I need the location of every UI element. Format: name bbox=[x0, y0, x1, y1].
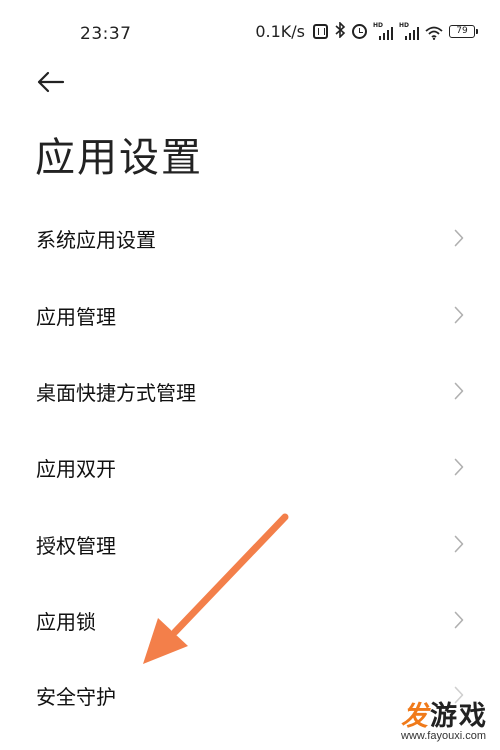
settings-item-app-lock[interactable]: 应用锁 bbox=[0, 590, 500, 650]
alarm-icon bbox=[352, 24, 367, 39]
settings-item-permission-management[interactable]: 授权管理 bbox=[0, 514, 500, 574]
wifi-icon bbox=[425, 25, 443, 40]
chevron-right-icon bbox=[454, 535, 464, 553]
page-title: 应用设置 bbox=[35, 135, 203, 181]
settings-item-label: 授权管理 bbox=[36, 533, 116, 558]
chevron-right-icon bbox=[454, 458, 464, 476]
chevron-right-icon bbox=[454, 382, 464, 400]
chevron-right-icon bbox=[454, 611, 464, 629]
status-icons: 0.1K/s HD HD 79 bbox=[255, 21, 478, 41]
chevron-right-icon bbox=[454, 229, 464, 247]
settings-item-dual-apps[interactable]: 应用双开 bbox=[0, 437, 500, 497]
bluetooth-icon bbox=[334, 21, 346, 41]
settings-item-label: 系统应用设置 bbox=[36, 227, 156, 252]
settings-item-label: 安全守护 bbox=[36, 684, 116, 709]
watermark-brand: 发游戏 bbox=[401, 694, 488, 733]
battery-icon: 79 bbox=[449, 25, 478, 38]
back-button[interactable] bbox=[36, 68, 66, 96]
watermark-brand-highlight: 发 bbox=[401, 701, 430, 732]
settings-item-desktop-shortcut-management[interactable]: 桌面快捷方式管理 bbox=[0, 361, 500, 421]
watermark-logo: 发游戏 www.fayouxi.com bbox=[348, 694, 488, 742]
nfc-icon bbox=[313, 24, 328, 39]
status-bar: 23:37 0.1K/s HD HD 79 bbox=[0, 0, 500, 70]
network-speed: 0.1K/s bbox=[255, 22, 305, 41]
watermark-brand-rest: 游戏 bbox=[430, 701, 488, 732]
settings-item-label: 应用双开 bbox=[36, 456, 116, 481]
status-time: 23:37 bbox=[80, 24, 132, 44]
watermark-url: www.fayouxi.com bbox=[401, 730, 486, 742]
chevron-right-icon bbox=[454, 306, 464, 324]
settings-item-system-app-settings[interactable]: 系统应用设置 bbox=[0, 208, 500, 268]
signal-hd-icon: HD bbox=[399, 22, 419, 40]
settings-item-label: 应用锁 bbox=[36, 609, 96, 634]
settings-item-app-management[interactable]: 应用管理 bbox=[0, 285, 500, 345]
arrow-left-icon bbox=[37, 71, 65, 93]
settings-item-label: 应用管理 bbox=[36, 304, 116, 329]
signal-hd-icon: HD bbox=[373, 22, 393, 40]
settings-item-label: 桌面快捷方式管理 bbox=[36, 380, 196, 405]
